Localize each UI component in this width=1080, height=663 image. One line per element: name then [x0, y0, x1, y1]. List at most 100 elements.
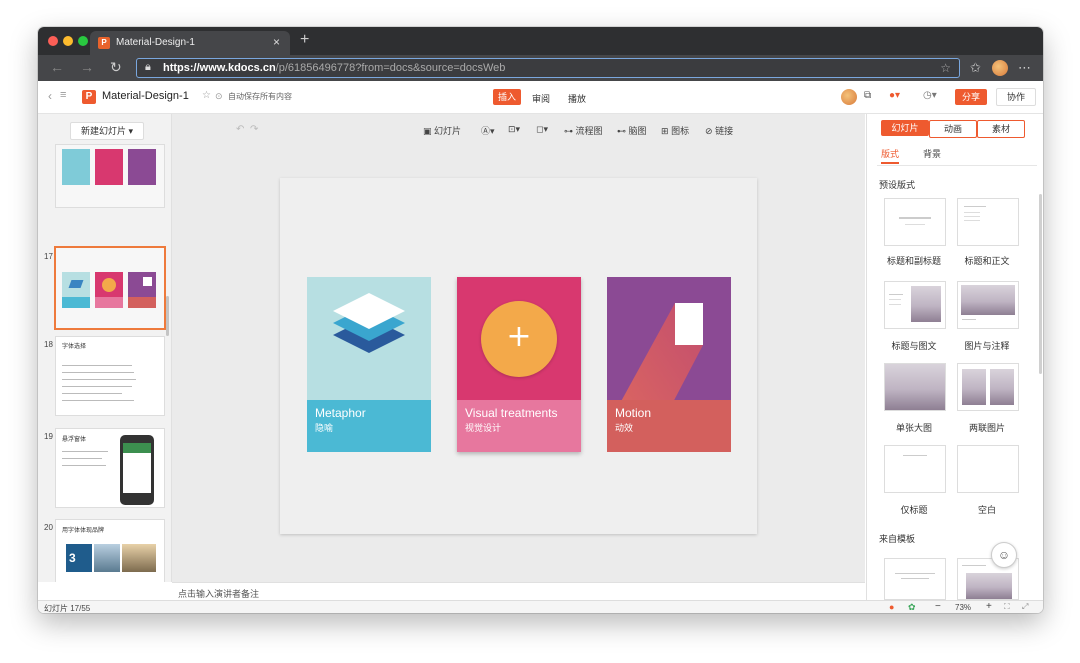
hamburger-menu-icon[interactable]: ≡	[60, 89, 66, 101]
layout-label: 图片与注释	[964, 341, 1010, 351]
url-bar[interactable]: 🔒︎ https://www.kdocs.cn/p/61856496778?fr…	[136, 58, 960, 78]
layout-label: 标题与图文	[891, 341, 937, 351]
redo-icon[interactable]: ↷	[250, 124, 258, 135]
subtab-layout[interactable]: 版式	[881, 147, 900, 164]
card-title-zh: 视觉设计	[465, 423, 502, 433]
autosave-status-icon: ⊙	[215, 91, 223, 101]
close-tab-icon[interactable]: ×	[273, 35, 280, 49]
document-title[interactable]: Material-Design-1	[102, 90, 189, 102]
slide-thumbnail-19[interactable]: 悬浮窗体	[55, 428, 165, 508]
zoom-in-button[interactable]: +	[986, 601, 992, 612]
history-icon[interactable]: ◷▾	[923, 90, 937, 101]
scrollbar-thumb[interactable]	[166, 296, 169, 336]
layout-label: 标题和副标题	[886, 256, 941, 266]
motion-card[interactable]: Motion 动效	[607, 277, 731, 452]
template-layout-1[interactable]	[884, 558, 946, 600]
icon-library-button[interactable]: ⊞ 图标	[661, 124, 689, 137]
card-title-en: Visual treatments	[465, 406, 558, 420]
slide-thumbnail-20[interactable]: 用字体体现品牌 3	[55, 519, 165, 582]
menu-review[interactable]: 审阅	[532, 92, 550, 105]
collaborate-button[interactable]: 协作	[996, 88, 1036, 106]
card-title-en: Metaphor	[315, 406, 366, 420]
layout-title-body[interactable]	[957, 198, 1019, 246]
mindmap-button[interactable]: ⊷ 脑图	[617, 124, 647, 137]
layout-label: 单张大图	[895, 423, 932, 433]
assistant-bot-icon[interactable]: ☺	[991, 542, 1017, 568]
kdocs-favicon-icon: P	[98, 37, 110, 49]
close-window-button[interactable]	[48, 36, 58, 46]
beautify-icon[interactable]: ✿	[908, 602, 916, 613]
minimize-window-button[interactable]	[63, 36, 73, 46]
grid-icon: ⊞	[661, 126, 669, 136]
browser-tab-bar: P Material-Design-1 × +	[38, 27, 1043, 55]
subtab-background[interactable]: 背景	[923, 147, 941, 160]
card-caption: Motion 动效	[607, 400, 731, 452]
bookmark-star-icon[interactable]: ☆	[940, 61, 951, 75]
current-slide[interactable]: Metaphor 隐喻 + Visual treatments 视觉设计 Mot…	[280, 178, 757, 534]
back-icon[interactable]: ←	[50, 59, 64, 75]
menu-insert[interactable]: 插入	[493, 89, 521, 105]
fit-screen-icon[interactable]: ⛶	[1004, 602, 1010, 612]
slide-thumbnail-panel: 新建幻灯片 ▾ 17 18 字体选择 19 悬浮窗体 20 用字体体现品牌 3	[38, 114, 172, 582]
slide-thumbnail-16[interactable]	[55, 144, 165, 208]
speaker-notes[interactable]: 点击输入演讲者备注	[172, 582, 865, 601]
tab-animation[interactable]: 动画	[929, 120, 977, 138]
slide-canvas: ↶ ↷ ▣ 幻灯片 Ⓐ▾ ⊡▾ ◻▾ ⊶ 流程图 ⊷ 脑图 ⊞ 图标 ⊘ 链接 …	[172, 114, 865, 582]
layout-two-images[interactable]	[957, 363, 1019, 411]
user-avatar[interactable]	[841, 89, 857, 105]
new-slide-button[interactable]: 新建幻灯片 ▾	[70, 122, 144, 140]
shape-icon[interactable]: ◻▾	[536, 124, 548, 135]
layout-title-subtitle[interactable]	[884, 198, 946, 246]
text-box-icon[interactable]: Ⓐ▾	[481, 124, 495, 137]
star-icon[interactable]: ☆	[202, 90, 211, 101]
metaphor-card[interactable]: Metaphor 隐喻	[307, 277, 431, 452]
layout-label: 空白	[977, 505, 996, 515]
layout-title-image-text[interactable]	[884, 281, 946, 329]
zoom-level[interactable]: 73%	[955, 603, 971, 612]
address-bar-row: ← → ↻ 🔒︎ https://www.kdocs.cn/p/61856496…	[38, 55, 1043, 81]
reading-list-icon[interactable]: ✩	[970, 60, 981, 76]
more-menu-icon[interactable]: ⋯	[1018, 60, 1031, 76]
link-icon: ⊘	[705, 126, 713, 136]
share-button[interactable]: 分享	[955, 89, 987, 105]
present-icon[interactable]: ⧉	[864, 90, 871, 101]
card-caption: Visual treatments 视觉设计	[457, 400, 581, 452]
slide-thumbnail-18[interactable]: 字体选择	[55, 336, 165, 416]
slide-thumbnail-17[interactable]	[54, 246, 166, 330]
scrollbar-thumb[interactable]	[1039, 194, 1042, 374]
layout-title-only[interactable]	[884, 445, 946, 493]
tab-slide[interactable]: 幻灯片	[881, 120, 929, 136]
fullscreen-icon[interactable]: ⤢	[1022, 602, 1028, 612]
slide-layout-button[interactable]: ▣ 幻灯片	[423, 124, 461, 137]
slide-counter: 幻灯片 17/55	[44, 604, 91, 613]
slide-number: 17	[44, 252, 53, 261]
record-icon[interactable]: ●▾	[889, 90, 900, 101]
browser-window: P Material-Design-1 × + ← → ↻ 🔒︎ https:/…	[38, 27, 1043, 613]
image-icon[interactable]: ⊡▾	[508, 124, 520, 135]
layout-single-image[interactable]	[884, 363, 946, 411]
menu-play[interactable]: 播放	[568, 92, 586, 105]
speaker-notes-placeholder: 点击输入演讲者备注	[178, 589, 260, 599]
maximize-window-button[interactable]	[78, 36, 88, 46]
preset-layouts-title: 预设版式	[879, 180, 916, 190]
reload-icon[interactable]: ↻	[110, 59, 122, 76]
browser-tab[interactable]: P Material-Design-1 ×	[90, 31, 290, 55]
autosave-status: 自动保存所有内容	[228, 92, 292, 101]
back-arrow-icon[interactable]: ‹	[48, 89, 52, 103]
zoom-out-button[interactable]: −	[935, 601, 941, 612]
app-toolbar: ‹ ≡ P Material-Design-1 ☆ ⊙ 自动保存所有内容 插入 …	[38, 81, 1043, 114]
layout-image-caption[interactable]	[957, 281, 1019, 329]
profile-avatar[interactable]	[992, 60, 1008, 76]
undo-icon[interactable]: ↶	[236, 124, 244, 135]
lock-icon: 🔒︎	[145, 61, 151, 73]
slide-thumb-title: 悬浮窗体	[62, 437, 87, 443]
link-button[interactable]: ⊘ 链接	[705, 124, 733, 137]
forward-icon[interactable]: →	[80, 59, 94, 75]
new-tab-icon[interactable]: +	[300, 31, 309, 49]
visual-treatments-card[interactable]: + Visual treatments 视觉设计	[457, 277, 581, 452]
play-icon[interactable]: ●	[889, 602, 894, 612]
layout-label: 标题和正文	[964, 256, 1010, 266]
flowchart-button[interactable]: ⊶ 流程图	[564, 124, 603, 137]
tab-assets[interactable]: 素材	[977, 120, 1025, 138]
layout-blank[interactable]	[957, 445, 1019, 493]
